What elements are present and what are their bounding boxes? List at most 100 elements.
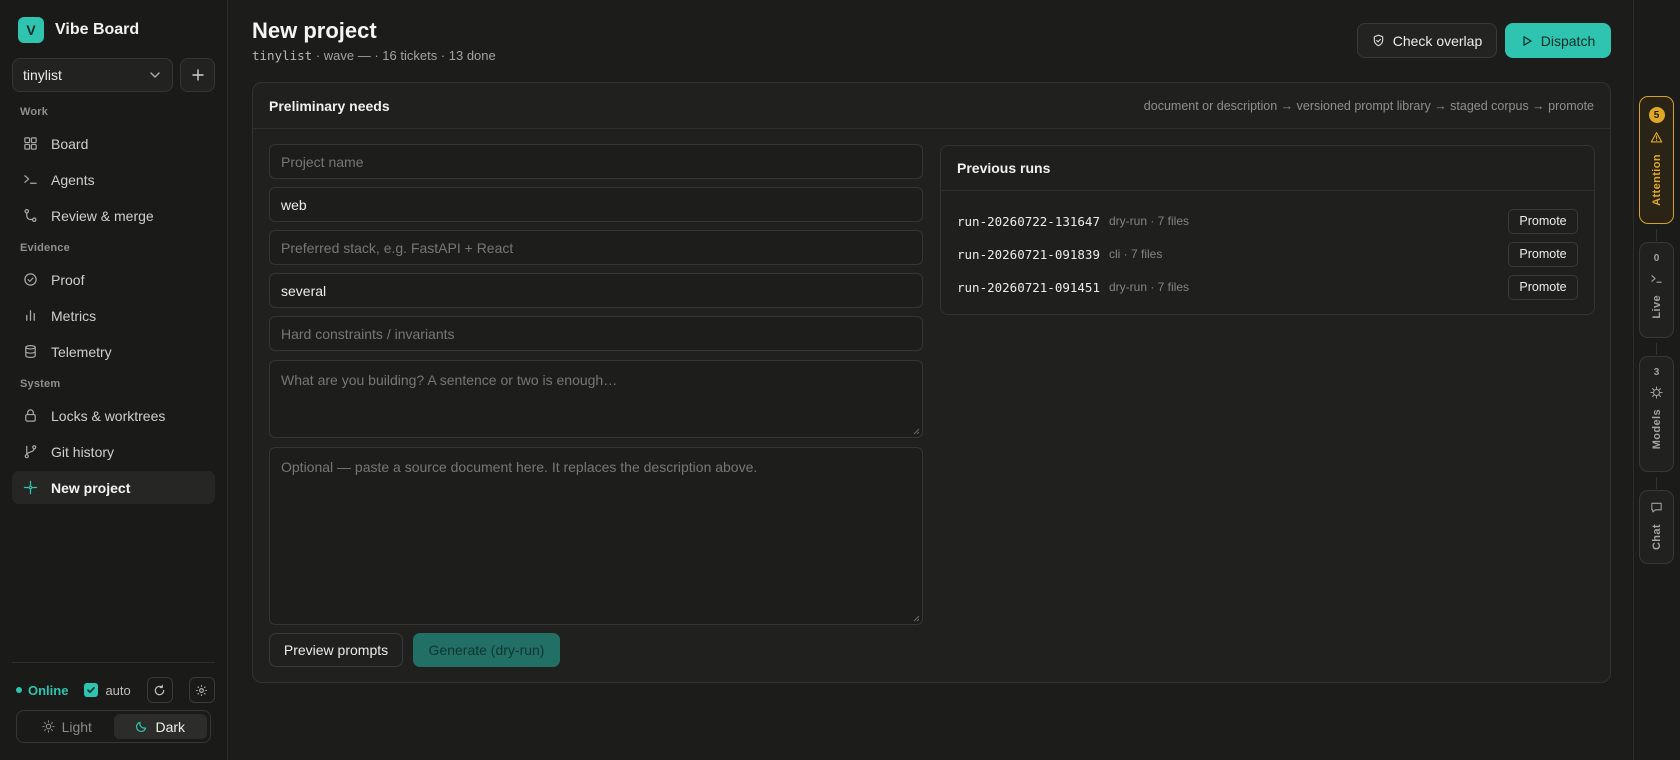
project-name-input[interactable]: Project name bbox=[269, 144, 923, 179]
pipeline-flow: document or description → versioned prom… bbox=[1143, 99, 1594, 113]
chat-label: Chat bbox=[1650, 524, 1663, 551]
scale-input[interactable]: several bbox=[269, 273, 923, 308]
bar-chart-icon bbox=[26, 310, 35, 321]
sidebar-divider bbox=[12, 662, 215, 663]
run-row: run-20260721-091839 cli · 7 files Promot… bbox=[957, 241, 1578, 267]
nav-item-label: Locks & worktrees bbox=[51, 407, 166, 424]
promote-button[interactable]: Promote bbox=[1508, 241, 1578, 267]
theme-light-option[interactable]: Light bbox=[20, 714, 114, 739]
rail-connector bbox=[1656, 477, 1657, 489]
nav-item-label: Board bbox=[51, 135, 89, 152]
refresh-button[interactable] bbox=[146, 677, 173, 703]
nav-item-metrics[interactable]: Metrics bbox=[12, 299, 215, 332]
card-title: Preliminary needs bbox=[269, 98, 390, 114]
run-id: run-20260721-091839 bbox=[957, 246, 1100, 262]
run-id: run-20260722-131647 bbox=[957, 213, 1100, 229]
main-content: New project tinylist · wave — · 16 ticke… bbox=[228, 0, 1633, 760]
brand-name: Vibe Board bbox=[55, 21, 140, 38]
git-branch-icon bbox=[24, 445, 37, 459]
run-row: run-20260721-091451 dry-run · 7 files Pr… bbox=[957, 274, 1578, 300]
check-overlap-button[interactable]: Check overlap bbox=[1357, 23, 1497, 58]
theme-light-label: Light bbox=[61, 718, 92, 735]
chat-tab[interactable]: Chat bbox=[1639, 490, 1674, 564]
nav-item-label: New project bbox=[51, 479, 131, 496]
attention-count-badge: 5 bbox=[1648, 107, 1665, 123]
models-count: 3 bbox=[1653, 367, 1660, 378]
models-tab[interactable]: 3 Models bbox=[1639, 356, 1674, 472]
project-select-value: tinylist bbox=[23, 67, 62, 83]
generate-dry-run-button[interactable]: Generate (dry-run) bbox=[413, 633, 560, 667]
page-title: New project bbox=[252, 18, 377, 43]
run-meta: dry-run · 7 files bbox=[1109, 214, 1190, 228]
promote-button[interactable]: Promote bbox=[1508, 208, 1578, 234]
terminal-icon bbox=[24, 175, 37, 184]
nav-item-label: Metrics bbox=[51, 307, 97, 324]
theme-toggle: Light Dark bbox=[16, 710, 211, 743]
live-count: 0 bbox=[1653, 253, 1660, 264]
previous-runs-title: Previous runs bbox=[941, 146, 1594, 191]
nav-item-label: Review & merge bbox=[51, 207, 154, 224]
resize-handle-icon[interactable] bbox=[912, 614, 920, 622]
theme-dark-option[interactable]: Dark bbox=[113, 714, 207, 739]
live-tab[interactable]: 0 Live bbox=[1639, 242, 1674, 338]
preview-prompts-button[interactable]: Preview prompts bbox=[269, 633, 403, 667]
card-header: Preliminary needs document or descriptio… bbox=[253, 83, 1610, 129]
nav-item-board[interactable]: Board bbox=[12, 127, 215, 160]
project-select[interactable]: tinylist bbox=[12, 58, 173, 92]
sparkle-icon bbox=[23, 480, 38, 495]
shield-check-icon bbox=[1373, 34, 1383, 47]
nav-item-label: Telemetry bbox=[51, 343, 112, 360]
project-slug: tinylist bbox=[252, 48, 313, 63]
app-window: V Vibe Board tinylist Work Board Agents … bbox=[0, 0, 1680, 760]
page-subtitle: tinylist · wave — · 16 tickets · 13 done bbox=[252, 48, 496, 63]
grid-icon bbox=[24, 137, 37, 150]
terminal-icon bbox=[1651, 275, 1662, 283]
previous-runs-panel: Previous runs run-20260722-131647 dry-ru… bbox=[940, 145, 1595, 315]
merge-icon bbox=[24, 208, 37, 223]
brand-logo: V bbox=[18, 17, 44, 43]
check-circle-icon bbox=[24, 273, 37, 286]
chat-icon bbox=[1651, 502, 1662, 513]
promote-button[interactable]: Promote bbox=[1508, 274, 1578, 300]
nav-item-proof[interactable]: Proof bbox=[12, 263, 215, 296]
platform-input[interactable]: web bbox=[269, 187, 923, 222]
nav-item-review-merge[interactable]: Review & merge bbox=[12, 199, 215, 232]
brand: V Vibe Board bbox=[18, 17, 139, 43]
settings-button[interactable] bbox=[188, 677, 215, 703]
attention-tab[interactable]: 5 Attention bbox=[1639, 96, 1674, 224]
document-placeholder: Optional — paste a source document here.… bbox=[281, 459, 758, 475]
auto-label: auto bbox=[105, 682, 131, 698]
warning-icon bbox=[1650, 132, 1663, 143]
right-rail: 5 Attention 0 Live 3 Models Chat bbox=[1633, 0, 1680, 760]
add-project-button[interactable] bbox=[180, 58, 215, 92]
nav-section-work: Work bbox=[20, 106, 49, 118]
lock-icon bbox=[25, 409, 36, 422]
nav-item-locks-worktrees[interactable]: Locks & worktrees bbox=[12, 399, 215, 432]
run-meta: cli · 7 files bbox=[1109, 247, 1163, 261]
plus-icon bbox=[191, 69, 204, 81]
run-row: run-20260722-131647 dry-run · 7 files Pr… bbox=[957, 208, 1578, 234]
nav-item-telemetry[interactable]: Telemetry bbox=[12, 335, 215, 368]
nav-section-system: System bbox=[20, 378, 61, 390]
rail-connector bbox=[1656, 343, 1657, 355]
nav-item-git-history[interactable]: Git history bbox=[12, 435, 215, 468]
nav-item-new-project[interactable]: New project bbox=[12, 471, 215, 504]
online-dot bbox=[16, 687, 22, 693]
status-row: Online auto bbox=[16, 677, 216, 703]
resize-handle-icon[interactable] bbox=[912, 427, 920, 435]
source-document-textarea[interactable]: Optional — paste a source document here.… bbox=[269, 447, 923, 625]
run-id: run-20260721-091451 bbox=[957, 279, 1100, 295]
description-textarea[interactable]: What are you building? A sentence or two… bbox=[269, 360, 923, 438]
refresh-icon bbox=[154, 684, 165, 695]
nav-item-agents[interactable]: Agents bbox=[12, 163, 215, 196]
auto-checkbox[interactable] bbox=[84, 683, 99, 697]
constraints-input[interactable]: Hard constraints / invariants bbox=[269, 316, 923, 351]
sun-icon bbox=[41, 720, 55, 733]
chevron-down-icon bbox=[150, 72, 160, 78]
preferred-stack-input[interactable]: Preferred stack, e.g. FastAPI + React bbox=[269, 230, 923, 265]
description-placeholder: What are you building? A sentence or two… bbox=[281, 372, 618, 388]
nav-section-evidence: Evidence bbox=[20, 242, 70, 254]
dispatch-button[interactable]: Dispatch bbox=[1505, 23, 1611, 58]
nav-item-label: Git history bbox=[51, 443, 115, 460]
nav-item-label: Agents bbox=[51, 171, 95, 188]
